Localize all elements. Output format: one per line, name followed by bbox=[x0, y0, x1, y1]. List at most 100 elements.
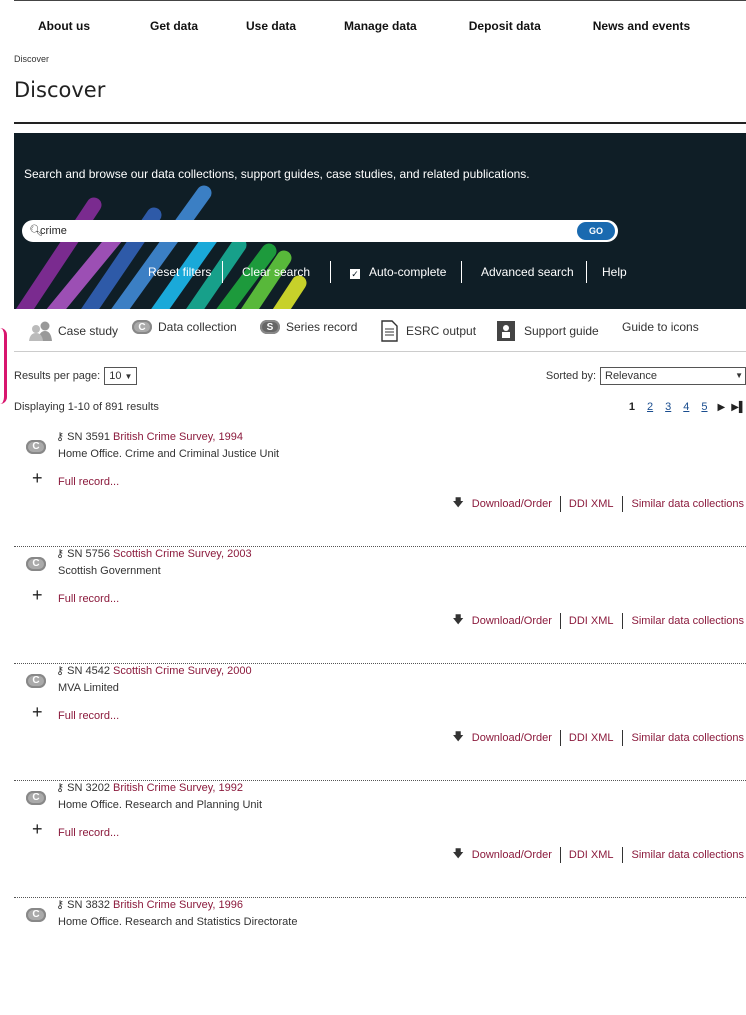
last-page-icon[interactable]: ▶▌ bbox=[731, 402, 746, 413]
help-link[interactable]: Help bbox=[602, 265, 627, 279]
legend-support-guide: Support guide bbox=[496, 320, 599, 342]
legend-label: Series record bbox=[286, 320, 358, 334]
page-link[interactable]: 5 bbox=[701, 401, 707, 413]
nav-manage-data[interactable]: Manage data bbox=[344, 19, 417, 33]
reset-filters-link[interactable]: Reset filters bbox=[148, 265, 211, 279]
ddi-xml-link[interactable]: DDI XML bbox=[569, 849, 614, 861]
results-per-page-select[interactable]: 10 ▼ bbox=[104, 367, 138, 385]
results-count: Displaying 1-10 of 891 results bbox=[14, 401, 159, 413]
result-heading: ⚷ SN 3202 British Crime Survey, 1992 bbox=[56, 781, 243, 794]
chevron-down-icon: ▼ bbox=[124, 372, 133, 381]
result-title-link[interactable]: Scottish Crime Survey, 2003 bbox=[113, 548, 252, 560]
nav-about-us[interactable]: About us bbox=[38, 19, 90, 33]
result-item: C ⚷ SN 5756 Scottish Crime Survey, 2003 … bbox=[14, 547, 746, 664]
ddi-xml-link[interactable]: DDI XML bbox=[569, 615, 614, 627]
separator bbox=[621, 846, 623, 863]
separator bbox=[621, 495, 623, 512]
ddi-xml-link[interactable]: DDI XML bbox=[569, 498, 614, 510]
expand-plus-icon[interactable]: + bbox=[32, 703, 43, 721]
icon-legend-bar: Case study C Data collection S Series re… bbox=[14, 312, 746, 352]
full-record-link[interactable]: Full record... bbox=[58, 710, 119, 722]
result-item: C ⚷ SN 3202 British Crime Survey, 1992 H… bbox=[14, 781, 746, 898]
nav-deposit-data[interactable]: Deposit data bbox=[469, 19, 541, 33]
expand-plus-icon[interactable]: + bbox=[32, 586, 43, 604]
select-value: 10 bbox=[109, 370, 122, 382]
result-actions: 🡇 Download/Order DDI XML Similar data co… bbox=[452, 845, 744, 864]
legend-label: Data collection bbox=[158, 320, 237, 334]
legend-esrc-output: ESRC output bbox=[380, 320, 476, 342]
result-sn: SN 4542 bbox=[67, 665, 110, 677]
search-options: Reset filters Clear search ✓ Auto-complet… bbox=[14, 261, 744, 283]
nav-use-data[interactable]: Use data bbox=[246, 19, 296, 33]
key-icon: ⚷ bbox=[56, 548, 65, 560]
search-input[interactable] bbox=[40, 223, 540, 238]
result-item: C ⚷ SN 3832 British Crime Survey, 1996 H… bbox=[14, 898, 746, 1015]
key-icon: ⚷ bbox=[56, 665, 65, 677]
result-title-link[interactable]: British Crime Survey, 1992 bbox=[113, 782, 243, 794]
result-type: C bbox=[26, 670, 52, 688]
result-item: C ⚷ SN 4542 Scottish Crime Survey, 2000 … bbox=[14, 664, 746, 781]
data-collection-icon: C bbox=[26, 556, 46, 571]
page-link[interactable]: 2 bbox=[647, 401, 653, 413]
data-collection-icon: C bbox=[26, 790, 46, 805]
key-icon: ⚷ bbox=[56, 782, 65, 794]
download-order-link[interactable]: Download/Order bbox=[472, 615, 552, 627]
page-link[interactable]: 3 bbox=[665, 401, 671, 413]
result-actions: 🡇 Download/Order DDI XML Similar data co… bbox=[452, 494, 744, 513]
full-record-link[interactable]: Full record... bbox=[58, 476, 119, 488]
page-link[interactable]: 4 bbox=[683, 401, 689, 413]
expand-plus-icon[interactable]: + bbox=[32, 820, 43, 838]
result-actions: 🡇 Download/Order DDI XML Similar data co… bbox=[452, 728, 744, 747]
legend-label: Case study bbox=[58, 324, 119, 338]
result-depositor: Home Office. Research and Planning Unit bbox=[58, 799, 263, 811]
download-order-link[interactable]: Download/Order bbox=[472, 849, 552, 861]
similar-collections-link[interactable]: Similar data collections bbox=[632, 849, 745, 861]
legend-series-record: S Series record bbox=[260, 320, 357, 334]
go-button[interactable]: GO bbox=[577, 222, 615, 240]
download-arrow-icon: 🡇 bbox=[452, 497, 464, 509]
breadcrumb: Discover bbox=[14, 54, 50, 64]
autocomplete-toggle[interactable]: ✓ Auto-complete bbox=[350, 265, 446, 279]
sorted-by: Sorted by: Relevance ▼ bbox=[546, 367, 746, 385]
separator bbox=[559, 495, 561, 512]
similar-collections-link[interactable]: Similar data collections bbox=[632, 498, 745, 510]
search-box: 🔍︎ GO bbox=[22, 220, 618, 242]
download-arrow-icon: 🡇 bbox=[452, 731, 464, 743]
result-title-link[interactable]: British Crime Survey, 1996 bbox=[113, 899, 243, 911]
result-heading: ⚷ SN 3832 British Crime Survey, 1996 bbox=[56, 898, 243, 911]
legend-case-study: Case study bbox=[28, 320, 118, 342]
result-title-link[interactable]: Scottish Crime Survey, 2000 bbox=[113, 665, 252, 677]
download-order-link[interactable]: Download/Order bbox=[472, 732, 552, 744]
similar-collections-link[interactable]: Similar data collections bbox=[632, 732, 745, 744]
separator bbox=[461, 261, 462, 283]
document-icon bbox=[381, 320, 398, 342]
result-heading: ⚷ SN 4542 Scottish Crime Survey, 2000 bbox=[56, 664, 252, 677]
download-order-link[interactable]: Download/Order bbox=[472, 498, 552, 510]
divider bbox=[14, 351, 746, 352]
legend-data-collection: C Data collection bbox=[132, 320, 237, 334]
nav-get-data[interactable]: Get data bbox=[150, 19, 198, 33]
result-title-link[interactable]: British Crime Survey, 1994 bbox=[113, 431, 243, 443]
expand-plus-icon[interactable]: + bbox=[32, 469, 43, 487]
autocomplete-label: Auto-complete bbox=[369, 265, 447, 279]
nav-news-and-events[interactable]: News and events bbox=[593, 19, 690, 33]
result-sn: SN 3591 bbox=[67, 431, 110, 443]
result-type: C bbox=[26, 787, 52, 805]
guide-to-icons-link[interactable]: Guide to icons bbox=[622, 320, 699, 334]
result-sn: SN 3832 bbox=[67, 899, 110, 911]
page-title: Discover bbox=[14, 78, 106, 102]
results-per-page-label: Results per page: bbox=[14, 370, 101, 382]
similar-collections-link[interactable]: Similar data collections bbox=[632, 615, 745, 627]
download-arrow-icon: 🡇 bbox=[452, 848, 464, 860]
next-page-icon[interactable]: ▶ bbox=[718, 402, 726, 413]
full-record-link[interactable]: Full record... bbox=[58, 827, 119, 839]
sort-select[interactable]: Relevance ▼ bbox=[600, 367, 746, 385]
result-depositor: Scottish Government bbox=[58, 565, 161, 577]
legend-label: ESRC output bbox=[406, 324, 477, 338]
full-record-link[interactable]: Full record... bbox=[58, 593, 119, 605]
ddi-xml-link[interactable]: DDI XML bbox=[569, 732, 614, 744]
series-record-icon: S bbox=[260, 320, 280, 334]
clear-search-link[interactable]: Clear search bbox=[242, 265, 310, 279]
separator bbox=[621, 729, 623, 746]
advanced-search-link[interactable]: Advanced search bbox=[481, 265, 574, 279]
